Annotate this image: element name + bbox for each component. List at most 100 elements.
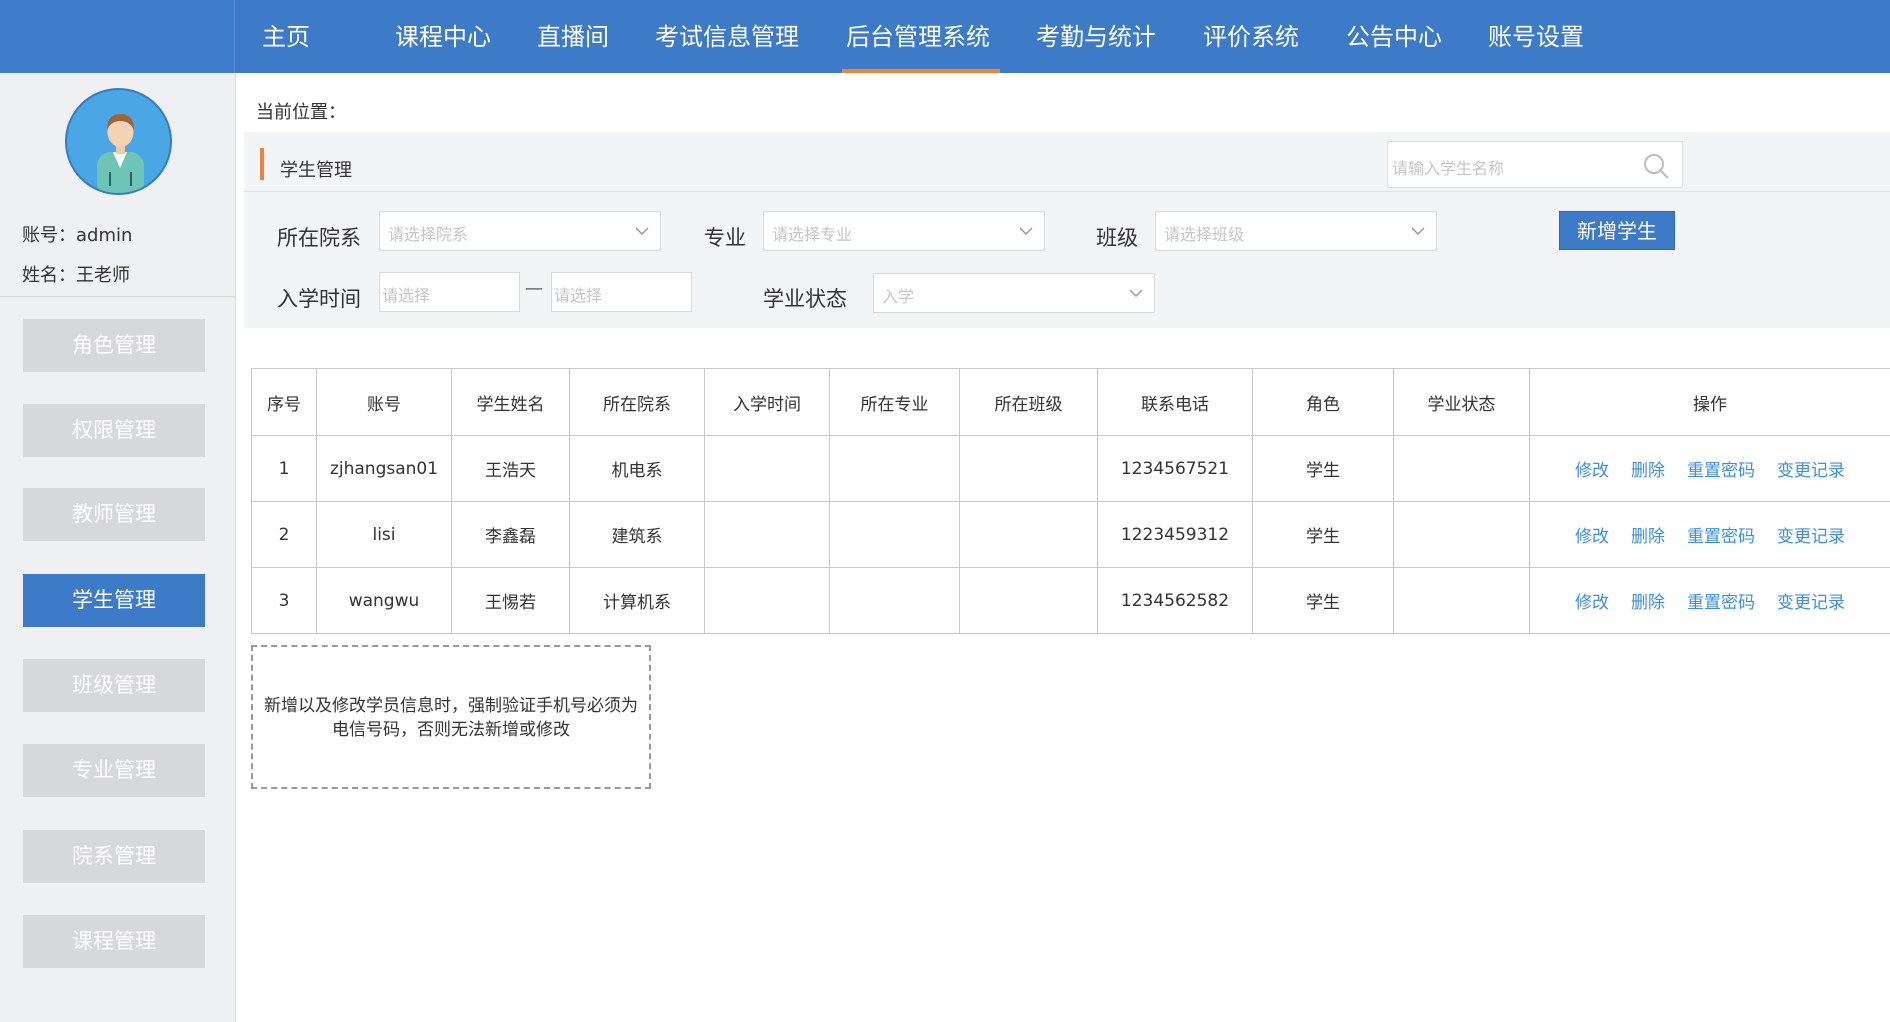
- brand-area: [0, 0, 235, 73]
- class-label: 班级: [1096, 226, 1138, 250]
- enroll-time-label: 入学时间: [277, 287, 361, 311]
- change-history-link[interactable]: 变更记录: [1777, 461, 1845, 481]
- date-range-separator: —: [525, 278, 543, 299]
- cell-name: 王惕若: [451, 567, 570, 634]
- delete-link[interactable]: 删除: [1631, 527, 1665, 547]
- sidebar-item-majors[interactable]: 专业管理: [23, 744, 205, 797]
- enroll-start-placeholder: 请选择: [382, 286, 431, 305]
- sidebar-item-teachers[interactable]: 教师管理: [23, 488, 205, 541]
- nav-item-attendance[interactable]: 考勤与统计: [1036, 0, 1156, 73]
- edit-link[interactable]: 修改: [1575, 461, 1609, 481]
- nav-item-exams[interactable]: 考试信息管理: [655, 0, 799, 73]
- nav-item-courses[interactable]: 课程中心: [395, 0, 491, 73]
- reset-password-link[interactable]: 重置密码: [1687, 593, 1755, 613]
- cell-role: 学生: [1252, 501, 1394, 568]
- column-header: 账号: [316, 368, 452, 436]
- sidebar: 账号：admin 姓名：王老师 角色管理 权限管理 教师管理 学生管理 班级管理…: [0, 73, 236, 1022]
- column-header: 学业状态: [1393, 368, 1530, 436]
- cell-status: [1393, 567, 1530, 634]
- nav-item-account-settings[interactable]: 账号设置: [1488, 0, 1584, 73]
- annotation-note: 新增以及修改学员信息时，强制验证手机号必须为电信号码，否则无法新增或修改: [251, 645, 651, 789]
- cell-dept: 机电系: [569, 435, 705, 502]
- column-header: 操作: [1529, 368, 1890, 436]
- table-row: 3 wangwu 王惕若 计算机系 1234562582 学生 修改 删除 重置密码…: [251, 567, 1890, 634]
- column-header: 序号: [251, 368, 317, 436]
- cell-phone: 1234567521: [1097, 435, 1253, 502]
- enroll-start-input[interactable]: 请选择: [379, 272, 520, 312]
- cell-dept: 计算机系: [569, 567, 705, 634]
- cell-class: [959, 567, 1098, 634]
- reset-password-link[interactable]: 重置密码: [1687, 527, 1755, 547]
- name-label: 姓名：王老师: [22, 265, 130, 286]
- nav-item-announcements[interactable]: 公告中心: [1346, 0, 1442, 73]
- cell-no: 1: [251, 435, 317, 502]
- status-label: 学业状态: [763, 287, 847, 311]
- cell-status: [1393, 501, 1530, 568]
- cell-actions: 修改 删除 重置密码 变更记录: [1529, 435, 1890, 502]
- cell-role: 学生: [1252, 567, 1394, 634]
- edit-link[interactable]: 修改: [1575, 593, 1609, 613]
- cell-actions: 修改 删除 重置密码 变更记录: [1529, 567, 1890, 634]
- sidebar-item-permissions[interactable]: 权限管理: [23, 404, 205, 457]
- user-avatar-icon: [97, 114, 144, 193]
- cell-account: wangwu: [316, 567, 452, 634]
- chevron-down-icon: [635, 227, 649, 236]
- cell-name: 王浩天: [451, 435, 570, 502]
- delete-link[interactable]: 删除: [1631, 461, 1665, 481]
- add-student-button[interactable]: 新增学生: [1559, 211, 1675, 250]
- sidebar-item-roles[interactable]: 角色管理: [23, 319, 205, 372]
- student-table: 序号 账号 学生姓名 所在院系 入学时间 所在专业 所在班级 联系电话 角色 学…: [251, 368, 1890, 634]
- cell-no: 2: [251, 501, 317, 568]
- change-history-link[interactable]: 变更记录: [1777, 593, 1845, 613]
- sidebar-item-departments[interactable]: 院系管理: [23, 830, 205, 883]
- nav-item-admin[interactable]: 后台管理系统: [842, 0, 1000, 73]
- table-row: 2 lisi 李鑫磊 建筑系 1223459312 学生 修改 删除 重置密码 变更记…: [251, 501, 1890, 568]
- department-label: 所在院系: [277, 226, 361, 250]
- chevron-down-icon: [1019, 227, 1033, 236]
- class-placeholder: 请选择班级: [1164, 225, 1245, 244]
- cell-class: [959, 501, 1098, 568]
- avatar[interactable]: [65, 88, 172, 195]
- cell-class: [959, 435, 1098, 502]
- page-title: 学生管理: [280, 160, 352, 181]
- sidebar-item-courses[interactable]: 课程管理: [23, 915, 205, 968]
- department-select[interactable]: 请选择院系: [379, 211, 661, 251]
- breadcrumb: 当前位置：: [256, 102, 346, 123]
- table-header-row: 序号 账号 学生姓名 所在院系 入学时间 所在专业 所在班级 联系电话 角色 学…: [251, 368, 1890, 436]
- delete-link[interactable]: 删除: [1631, 593, 1665, 613]
- cell-account: zjhangsan01: [316, 435, 452, 502]
- cell-actions: 修改 删除 重置密码 变更记录: [1529, 501, 1890, 568]
- enroll-end-input[interactable]: 请选择: [551, 272, 692, 312]
- nav-item-home[interactable]: 主页: [262, 0, 310, 73]
- reset-password-link[interactable]: 重置密码: [1687, 461, 1755, 481]
- status-select[interactable]: 入学: [873, 273, 1155, 313]
- cell-account: lisi: [316, 501, 452, 568]
- cell-phone: 1223459312: [1097, 501, 1253, 568]
- panel-header: 学生管理 请输入学生名称: [244, 132, 1890, 192]
- cell-major: [829, 435, 960, 502]
- cell-enroll: [704, 567, 830, 634]
- major-label: 专业: [704, 226, 746, 250]
- cell-major: [829, 501, 960, 568]
- search-placeholder: 请输入学生名称: [1392, 159, 1505, 178]
- column-header: 学生姓名: [451, 368, 570, 436]
- cell-enroll: [704, 501, 830, 568]
- column-header: 联系电话: [1097, 368, 1253, 436]
- search-icon[interactable]: [1642, 152, 1670, 180]
- cell-name: 李鑫磊: [451, 501, 570, 568]
- major-select[interactable]: 请选择专业: [763, 211, 1045, 251]
- column-header: 所在班级: [959, 368, 1098, 436]
- search-input[interactable]: 请输入学生名称: [1387, 141, 1683, 188]
- nav-item-live[interactable]: 直播间: [537, 0, 609, 73]
- column-header: 所在专业: [829, 368, 960, 436]
- cell-status: [1393, 435, 1530, 502]
- edit-link[interactable]: 修改: [1575, 527, 1609, 547]
- class-select[interactable]: 请选择班级: [1155, 211, 1437, 251]
- sidebar-item-students[interactable]: 学生管理: [23, 574, 205, 627]
- sidebar-item-classes[interactable]: 班级管理: [23, 659, 205, 712]
- nav-item-evaluation[interactable]: 评价系统: [1203, 0, 1299, 73]
- cell-enroll: [704, 435, 830, 502]
- cell-dept: 建筑系: [569, 501, 705, 568]
- change-history-link[interactable]: 变更记录: [1777, 527, 1845, 547]
- column-header: 入学时间: [704, 368, 830, 436]
